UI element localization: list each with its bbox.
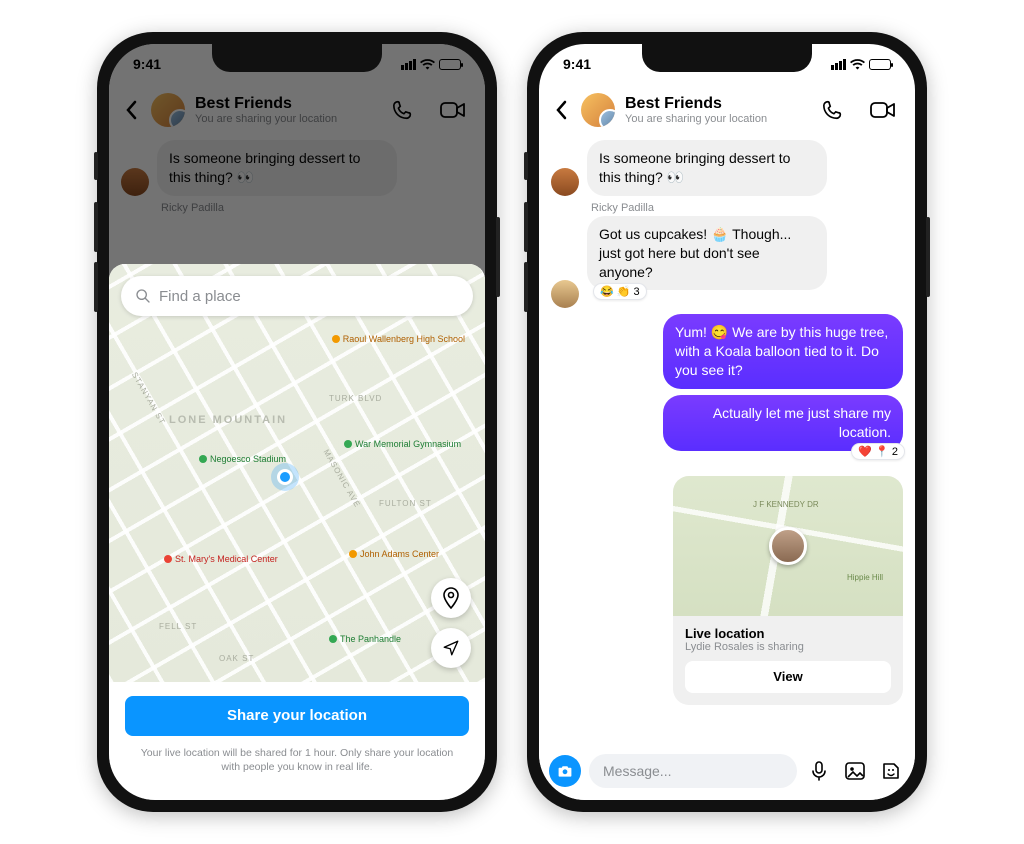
phone-left: 9:41 Best Friends You are sharing your l… xyxy=(97,32,497,812)
chat-subtitle: You are sharing your location xyxy=(625,113,803,125)
location-card-title: Live location xyxy=(685,626,891,641)
location-card-subtitle: Lydie Rosales is sharing xyxy=(685,641,891,653)
share-location-button[interactable]: Share your location xyxy=(125,696,469,736)
sticker-button[interactable] xyxy=(877,757,905,785)
street-label: OAK ST xyxy=(219,654,254,663)
signal-icon xyxy=(831,59,846,70)
map-neighborhood-label: LONE MOUNTAIN xyxy=(169,414,287,426)
map-poi: War Memorial Gymnasium xyxy=(344,439,461,449)
sender-name: Ricky Padilla xyxy=(591,202,903,214)
view-location-button[interactable]: View xyxy=(685,661,891,693)
message-bubble[interactable]: Got us cupcakes! 🧁 Though... just got he… xyxy=(587,216,827,291)
notch xyxy=(212,44,382,72)
place-search-input[interactable]: Find a place xyxy=(121,276,473,316)
location-disclaimer: Your live location will be shared for 1 … xyxy=(125,746,469,774)
search-icon xyxy=(135,288,151,304)
message-reactions[interactable]: ❤️ 📍 2 xyxy=(851,443,905,460)
location-avatar xyxy=(769,527,807,565)
map-poi: The Panhandle xyxy=(329,634,401,644)
chat-header: Best Friends You are sharing your locati… xyxy=(539,84,915,140)
group-avatar[interactable] xyxy=(581,93,615,127)
recenter-button[interactable] xyxy=(431,628,471,668)
message-bubble[interactable]: Yum! 😋 We are by this huge tree, with a … xyxy=(663,314,903,389)
map-poi: St. Mary's Medical Center xyxy=(164,554,278,564)
composer-bar: Message... xyxy=(539,748,915,800)
location-map-thumbnail: J F KENNEDY DR Hippie Hill xyxy=(673,476,903,616)
location-sheet: LONE MOUNTAIN TURK BLVD FULTON ST FELL S… xyxy=(109,264,485,800)
audio-call-button[interactable] xyxy=(813,90,853,130)
current-location-dot xyxy=(277,469,293,485)
sender-avatar[interactable] xyxy=(551,280,579,308)
message-placeholder: Message... xyxy=(603,763,671,779)
phone-right: 9:41 Best Friends You are sharing your l… xyxy=(527,32,927,812)
street-label: FELL ST xyxy=(159,622,197,631)
map-poi: Raoul Wallenberg High School xyxy=(332,334,465,344)
street-label: FULTON ST xyxy=(379,499,432,508)
map-poi: John Adams Center xyxy=(349,549,439,559)
street-label: TURK BLVD xyxy=(329,394,382,403)
video-call-button[interactable] xyxy=(863,90,903,130)
notch xyxy=(642,44,812,72)
message-list[interactable]: Is someone bringing dessert to this thin… xyxy=(539,140,915,746)
message-reactions[interactable]: 😂 👏 3 xyxy=(593,283,647,300)
mic-button[interactable] xyxy=(805,757,833,785)
message-input[interactable]: Message... xyxy=(589,754,797,788)
gallery-button[interactable] xyxy=(841,757,869,785)
battery-icon xyxy=(869,59,891,70)
camera-button[interactable] xyxy=(549,755,581,787)
wifi-icon xyxy=(850,59,865,70)
status-time: 9:41 xyxy=(563,56,591,72)
message-bubble[interactable]: Is someone bringing dessert to this thin… xyxy=(587,140,827,196)
map-poi: Negoesco Stadium xyxy=(199,454,286,464)
pin-location-button[interactable] xyxy=(431,578,471,618)
search-placeholder: Find a place xyxy=(159,288,241,305)
map-view[interactable]: LONE MOUNTAIN TURK BLVD FULTON ST FELL S… xyxy=(109,264,485,682)
sender-avatar[interactable] xyxy=(551,168,579,196)
back-button[interactable] xyxy=(551,100,571,120)
chat-title: Best Friends xyxy=(625,95,803,113)
live-location-card[interactable]: J F KENNEDY DR Hippie Hill Live location… xyxy=(673,476,903,705)
